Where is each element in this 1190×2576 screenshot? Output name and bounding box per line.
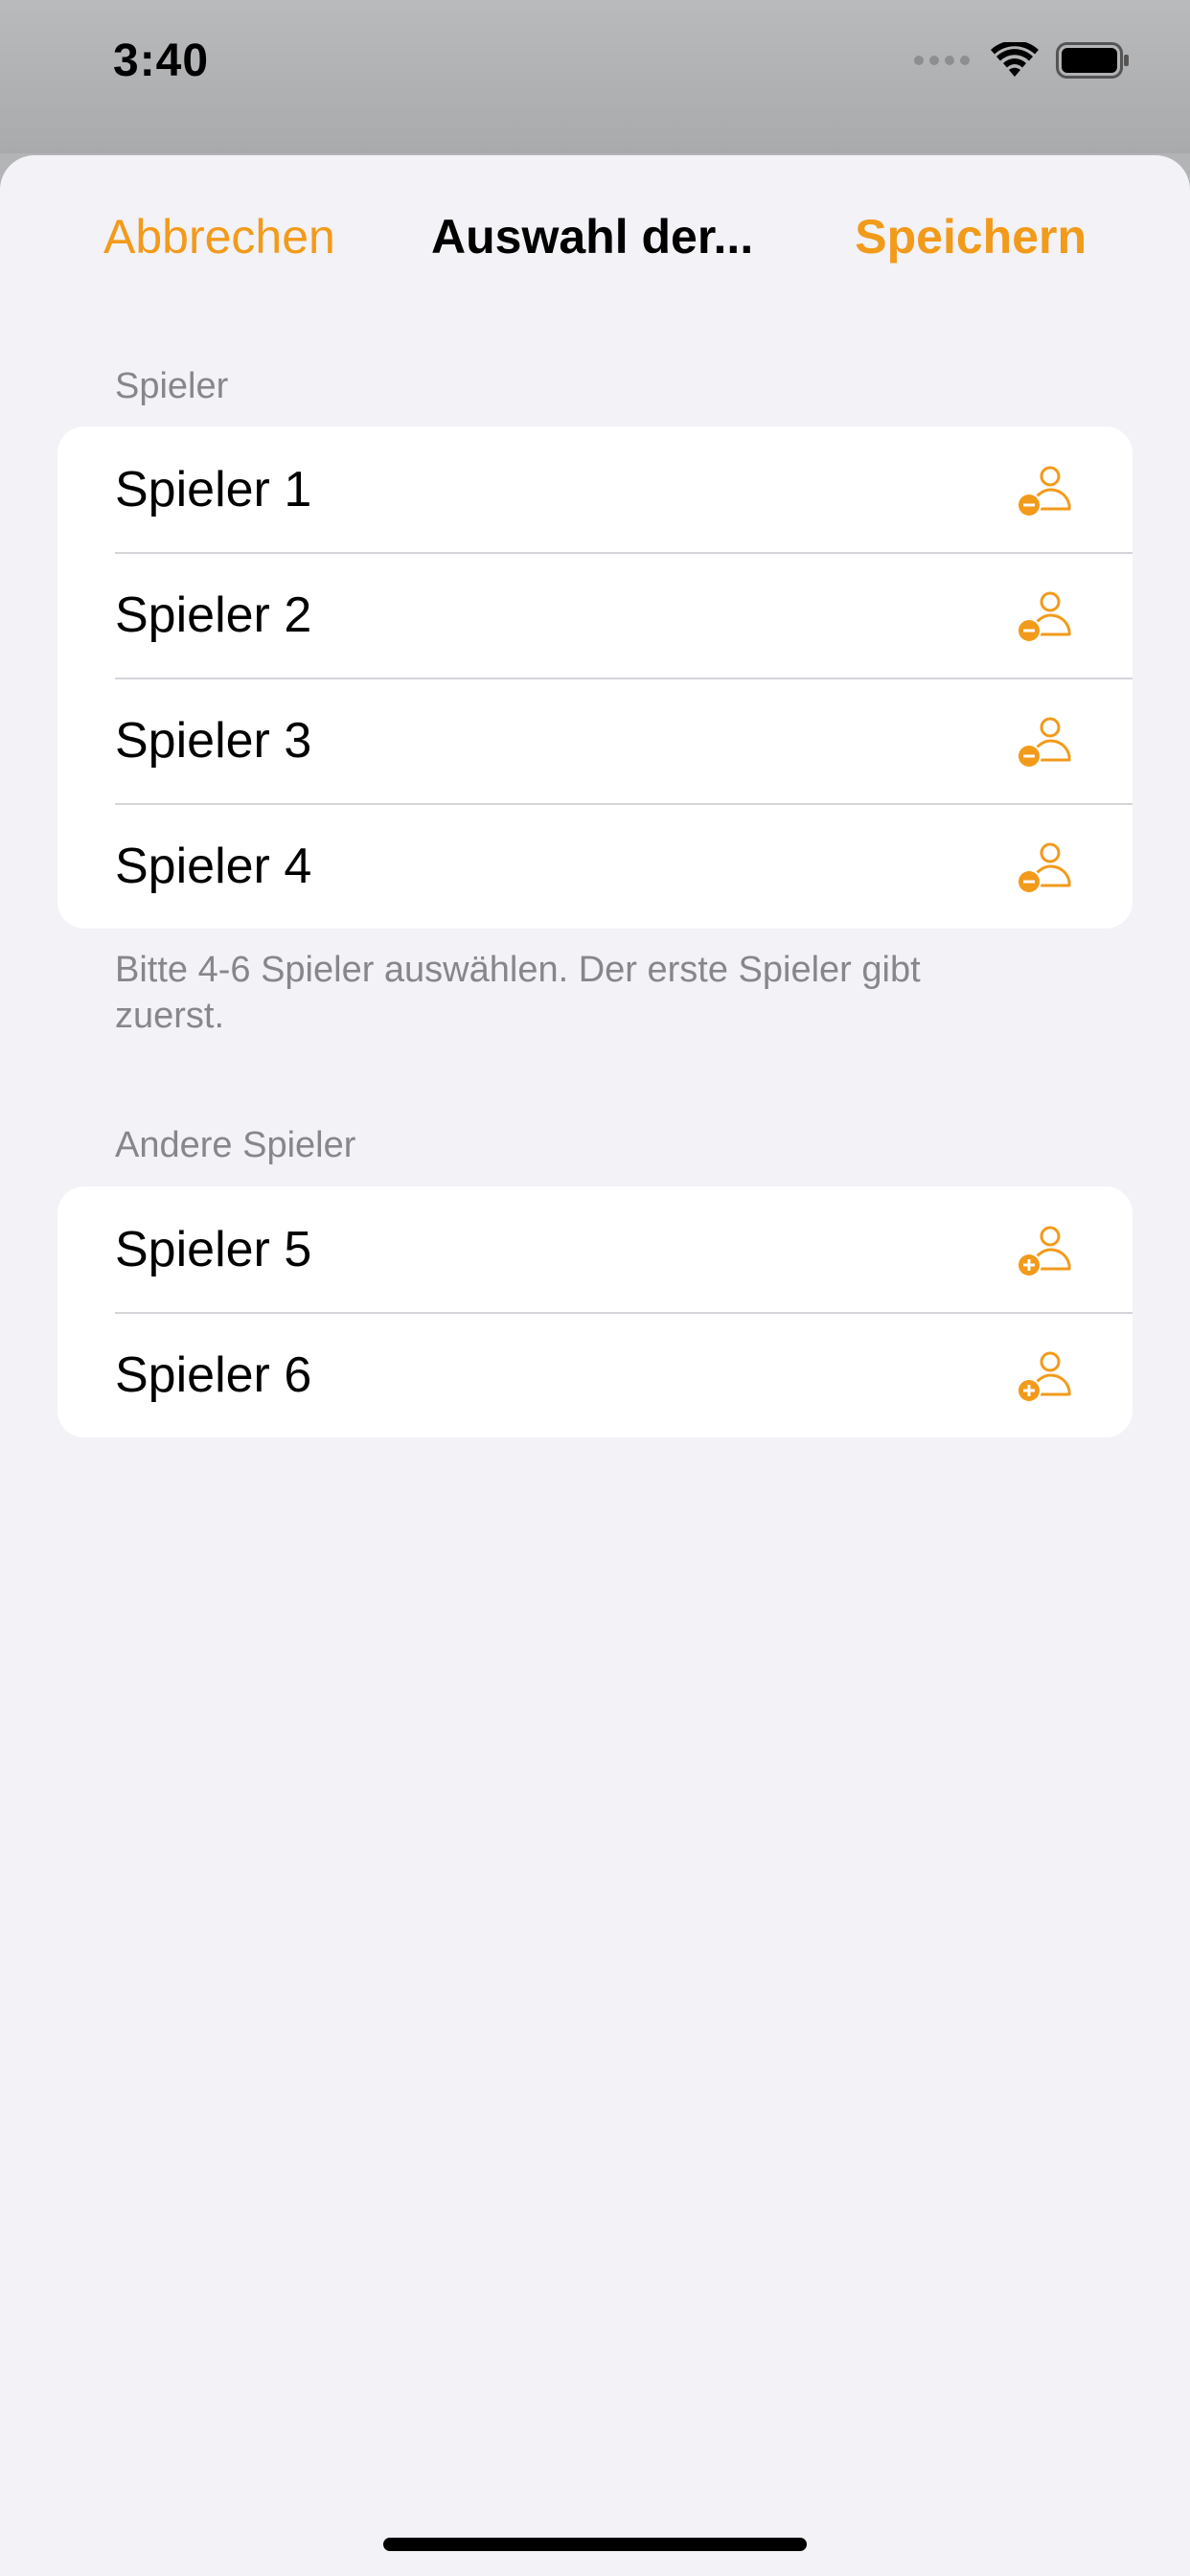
save-button[interactable]: Speichern bbox=[855, 209, 1087, 264]
player-name: Spieler 4 bbox=[115, 838, 312, 894]
player-name: Spieler 1 bbox=[115, 461, 312, 518]
status-bar: 3:40 bbox=[0, 0, 1190, 153]
player-name: Spieler 3 bbox=[115, 712, 312, 769]
status-icons bbox=[914, 42, 1131, 79]
person-remove-icon[interactable] bbox=[1016, 588, 1077, 644]
status-time: 3:40 bbox=[113, 35, 210, 86]
navigation-bar: Abbrechen Auswahl der... Speichern bbox=[0, 155, 1190, 318]
modal-sheet: Abbrechen Auswahl der... Speichern Spiel… bbox=[0, 155, 1190, 2576]
list-item-player[interactable]: Spieler 3 bbox=[57, 678, 1133, 803]
cellular-signal-icon bbox=[914, 56, 970, 65]
cancel-button[interactable]: Abbrechen bbox=[103, 209, 335, 264]
list-item-player[interactable]: Spieler 2 bbox=[57, 552, 1133, 678]
list-item-player[interactable]: Spieler 1 bbox=[57, 426, 1133, 552]
section-header-players: Spieler bbox=[115, 366, 229, 406]
person-remove-icon[interactable] bbox=[1016, 714, 1077, 770]
list-item-player[interactable]: Spieler 5 bbox=[57, 1186, 1133, 1312]
player-name: Spieler 2 bbox=[115, 586, 312, 643]
battery-icon bbox=[1056, 42, 1129, 79]
wifi-icon bbox=[991, 42, 1039, 77]
page-title: Auswahl der... bbox=[431, 210, 754, 264]
person-add-icon[interactable] bbox=[1016, 1348, 1077, 1404]
list-item-player[interactable]: Spieler 4 bbox=[57, 803, 1133, 929]
person-remove-icon[interactable] bbox=[1016, 463, 1077, 518]
player-name: Spieler 6 bbox=[115, 1346, 312, 1403]
player-name: Spieler 5 bbox=[115, 1221, 312, 1277]
section-header-other-players: Andere Spieler bbox=[115, 1125, 356, 1165]
list-item-player[interactable]: Spieler 6 bbox=[57, 1312, 1133, 1438]
person-remove-icon[interactable] bbox=[1016, 840, 1077, 895]
home-indicator[interactable] bbox=[383, 2538, 807, 2551]
section-footer-hint: Bitte 4-6 Spieler auswählen. Der erste S… bbox=[115, 950, 921, 1036]
selected-players-list: Spieler 1 Spieler 2 Spieler 3 Spieler 4 bbox=[57, 426, 1133, 929]
other-players-list: Spieler 5 Spieler 6 bbox=[57, 1186, 1133, 1438]
person-add-icon[interactable] bbox=[1016, 1223, 1077, 1278]
